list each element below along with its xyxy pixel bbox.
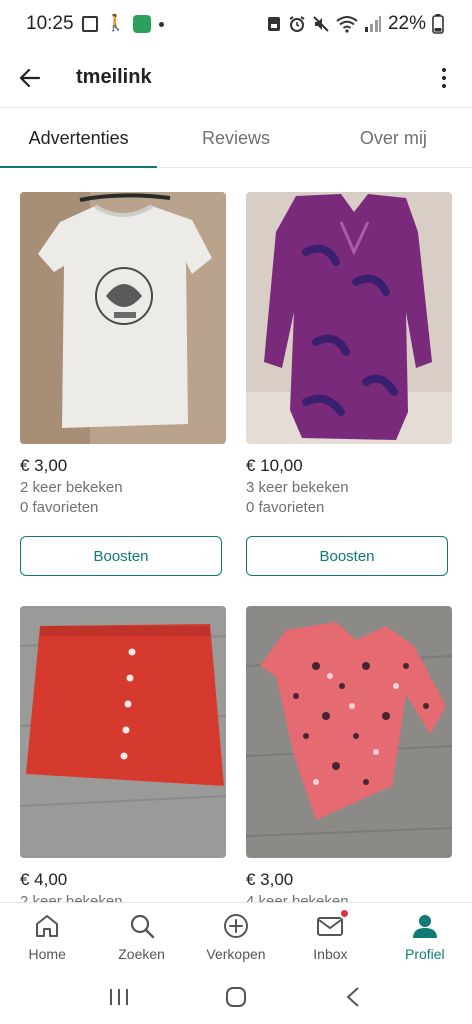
boost-button[interactable]: Boosten: [20, 536, 222, 576]
arrow-left-icon: [19, 68, 41, 87]
more-notifications-icon: [159, 21, 165, 27]
tab-reviews[interactable]: Reviews: [157, 110, 314, 167]
status-bar: 10:25 🚶 22%: [0, 0, 472, 48]
chevron-left-icon: [346, 987, 359, 1007]
tab-over-mij[interactable]: Over mij: [315, 110, 472, 167]
nav-home-label: Home: [28, 945, 66, 962]
listing-price: € 3,00: [246, 870, 294, 889]
nav-home[interactable]: Home: [0, 903, 94, 970]
listing-views: 4 keer bekeken: [246, 893, 349, 902]
home-icon: [36, 914, 59, 937]
listing-card[interactable]: € 10,00 3 keer bekeken 0 favorieten Boos…: [246, 192, 452, 576]
more-options-button[interactable]: [432, 64, 456, 92]
profile-icon: [412, 914, 437, 938]
battery-percentage: 22%: [387, 13, 426, 34]
more-vert-icon: [442, 67, 446, 72]
listing-card[interactable]: € 3,00 2 keer bekeken 0 favorieten Boost…: [20, 192, 226, 576]
status-left: 10:25 🚶: [26, 13, 165, 35]
back-system-button[interactable]: [338, 982, 368, 1012]
status-right: 22%: [266, 13, 444, 35]
listing-price: € 10,00: [246, 456, 303, 475]
listings-grid: € 3,00 2 keer bekeken 0 favorieten Boost…: [20, 192, 452, 902]
home-system-button[interactable]: [221, 982, 251, 1012]
tab-advertenties[interactable]: Advertenties: [0, 110, 158, 168]
app-bar: tmeilink: [0, 48, 472, 108]
listing-favorites: 0 favorieten: [20, 499, 99, 516]
signal-icon: [364, 16, 381, 32]
listing-price: € 4,00: [20, 870, 68, 889]
listing-favorites: 0 favorieten: [246, 499, 325, 516]
recent-apps-button[interactable]: [104, 982, 134, 1012]
plus-circle-icon: [224, 913, 249, 938]
recent-apps-icon: [109, 989, 128, 1005]
listing-views: 3 keer bekeken: [246, 479, 349, 496]
boost-button[interactable]: Boosten: [246, 536, 448, 576]
inbox-icon-wrap: [316, 907, 351, 940]
search-icon: [130, 914, 154, 938]
listing-views: 2 keer bekeken: [20, 479, 123, 496]
notification-badge: [339, 907, 351, 919]
wifi-icon: [336, 16, 358, 33]
listing-price: € 3,00: [20, 456, 68, 475]
listing-image-red-skirt[interactable]: [20, 606, 226, 858]
save-icon: [267, 17, 280, 31]
listing-card[interactable]: € 3,00 4 keer bekeken: [246, 606, 452, 902]
bottom-navigation: Home Zoeken Verkopen Inbox Profiel: [0, 902, 472, 970]
nav-inbox[interactable]: Inbox: [283, 903, 377, 970]
nav-profile[interactable]: Profiel: [378, 903, 472, 970]
page-title: tmeilink: [76, 66, 152, 88]
nav-profile-label: Profiel: [404, 945, 445, 962]
mute-icon: [313, 16, 329, 32]
home-circle-icon: [225, 987, 246, 1007]
walking-icon: 🚶: [105, 15, 126, 32]
listing-views: 2 keer bekeken: [20, 893, 123, 902]
alarm-icon: [289, 16, 305, 32]
nav-inbox-label: Inbox: [313, 945, 348, 962]
battery-icon: [432, 14, 444, 34]
nav-sell[interactable]: Verkopen: [189, 903, 283, 970]
listing-image-white-tshirt[interactable]: [20, 192, 226, 444]
listing-image-pink-floral-top[interactable]: [246, 606, 452, 858]
app-notification-icon: [133, 15, 152, 33]
system-navigation-bar: [0, 970, 472, 1024]
listing-card[interactable]: € 4,00 2 keer bekeken: [20, 606, 226, 902]
status-time: 10:25: [26, 13, 74, 34]
nav-sell-label: Verkopen: [206, 945, 266, 962]
gallery-icon: [81, 16, 98, 32]
back-button[interactable]: [16, 64, 44, 92]
nav-search[interactable]: Zoeken: [94, 903, 188, 970]
profile-tabs: Advertenties Reviews Over mij: [0, 110, 472, 168]
listing-image-purple-dress[interactable]: [246, 192, 452, 444]
nav-search-label: Zoeken: [118, 945, 165, 962]
